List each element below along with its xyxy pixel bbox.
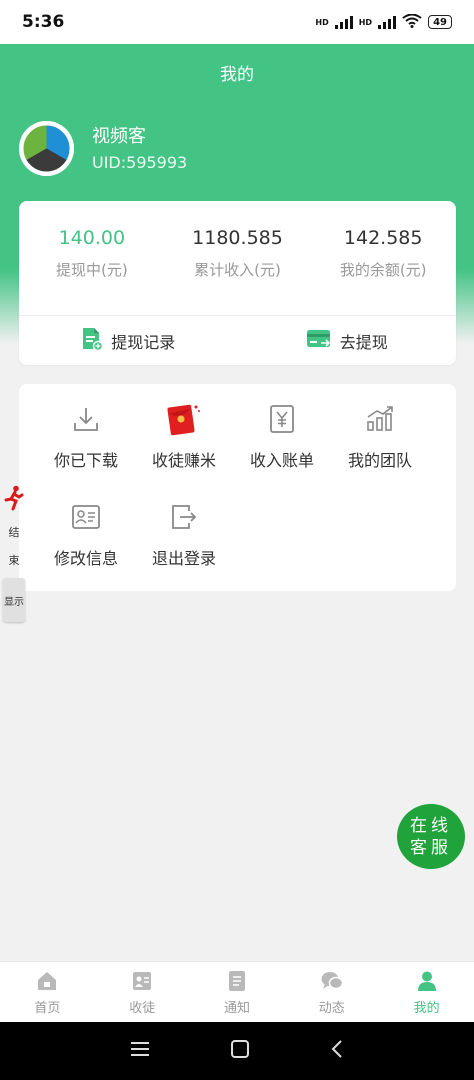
avatar[interactable] bbox=[19, 121, 74, 176]
show-button[interactable]: 显示 bbox=[3, 578, 25, 622]
menu-item-downloads[interactable]: 你已下载 bbox=[37, 401, 135, 471]
team-chart-icon bbox=[331, 401, 429, 437]
withdraw-label: 去提现 bbox=[339, 332, 388, 352]
menu-label: 我的团队 bbox=[347, 451, 412, 470]
tab-moments[interactable]: 动态 bbox=[284, 962, 379, 1022]
card-icon bbox=[306, 328, 332, 354]
download-icon bbox=[37, 401, 135, 437]
tab-label: 我的 bbox=[413, 1001, 440, 1016]
tab-notice[interactable]: 通知 bbox=[190, 962, 285, 1022]
user-id: UID:595993 bbox=[92, 153, 188, 172]
username: 视频客 bbox=[92, 126, 146, 147]
customer-service-button[interactable]: 在线 客服 bbox=[397, 804, 465, 869]
tab-home[interactable]: 首页 bbox=[0, 962, 95, 1022]
withdraw-records-label: 提现记录 bbox=[111, 332, 176, 352]
menu-label: 你已下载 bbox=[53, 451, 118, 470]
menu-item-team[interactable]: 我的团队 bbox=[331, 401, 429, 471]
stat-label: 我的余额(元) bbox=[339, 261, 427, 279]
menu-item-edit-info[interactable]: 修改信息 bbox=[37, 499, 135, 569]
stat-value: 140.00 bbox=[58, 227, 126, 249]
stat-label: 提现中(元) bbox=[55, 261, 128, 279]
red-envelope-icon bbox=[135, 401, 233, 437]
status-bar: 5:36 HD HD 49 bbox=[0, 0, 474, 44]
id-card-icon bbox=[37, 499, 135, 535]
bottom-tab-bar: 首页 收徒 通知 动态 我的 bbox=[0, 961, 474, 1022]
tab-label: 动态 bbox=[318, 1001, 345, 1016]
home-button-icon[interactable] bbox=[230, 1039, 250, 1063]
stat-label: 累计收入(元) bbox=[194, 261, 281, 279]
floating-tool[interactable]: 结 束 bbox=[4, 485, 24, 575]
cs-line-2: 客服 bbox=[410, 837, 452, 858]
menu-icon[interactable] bbox=[130, 1041, 150, 1061]
status-icons: HD HD 49 bbox=[315, 13, 452, 31]
menu-label: 收徒赚米 bbox=[151, 451, 216, 470]
tab-recruit[interactable]: 收徒 bbox=[95, 962, 190, 1022]
end-label[interactable]: 结 束 bbox=[4, 519, 24, 575]
balance-card: 140.00 提现中(元) 1180.585 累计收入(元) 142.585 我… bbox=[19, 201, 456, 365]
cs-line-1: 在线 bbox=[410, 815, 452, 836]
end-label-2: 束 bbox=[8, 554, 20, 567]
page-title: 我的 bbox=[220, 65, 254, 85]
stat-total-income[interactable]: 1180.585 累计收入(元) bbox=[165, 201, 311, 315]
menu-label: 收入账单 bbox=[249, 451, 314, 470]
menu-item-logout[interactable]: 退出登录 bbox=[135, 499, 233, 569]
chat-icon bbox=[284, 970, 379, 992]
menu-item-bill[interactable]: 收入账单 bbox=[233, 401, 331, 471]
menu-label: 退出登录 bbox=[151, 549, 216, 568]
stats-row: 140.00 提现中(元) 1180.585 累计收入(元) 142.585 我… bbox=[19, 201, 456, 316]
withdraw-actions: 提现记录 去提现 bbox=[19, 316, 456, 365]
running-man-icon bbox=[4, 485, 24, 515]
stat-withdrawing[interactable]: 140.00 提现中(元) bbox=[19, 201, 165, 315]
stat-balance[interactable]: 142.585 我的余额(元) bbox=[310, 201, 456, 315]
tab-label: 首页 bbox=[34, 1001, 61, 1016]
withdraw-records-button[interactable]: 提现记录 bbox=[19, 316, 238, 365]
tab-label: 通知 bbox=[223, 1001, 250, 1016]
user-icon bbox=[379, 970, 474, 992]
document-icon bbox=[81, 327, 104, 355]
signal-icon bbox=[334, 15, 353, 29]
tab-mine[interactable]: 我的 bbox=[379, 962, 474, 1022]
clock: 5:36 bbox=[22, 12, 65, 32]
logout-icon bbox=[135, 499, 233, 535]
menu-label: 修改信息 bbox=[53, 549, 118, 568]
battery-icon: 49 bbox=[428, 15, 452, 29]
hd-label: HD bbox=[315, 17, 329, 27]
withdraw-button[interactable]: 去提现 bbox=[238, 316, 457, 365]
system-nav-bar bbox=[0, 1022, 474, 1080]
menu-item-recruit[interactable]: 收徒赚米 bbox=[135, 401, 233, 471]
bill-icon bbox=[233, 401, 331, 437]
menu-card: 你已下载 收徒赚米 收入账单 我的团队 修改信息 退出登录 bbox=[19, 384, 456, 591]
stat-value: 142.585 bbox=[343, 227, 423, 249]
signal-icon bbox=[378, 15, 397, 29]
back-icon[interactable] bbox=[330, 1039, 344, 1063]
recruit-icon bbox=[95, 970, 190, 992]
end-label-1: 结 bbox=[8, 526, 20, 539]
home-icon bbox=[0, 970, 95, 992]
tab-label: 收徒 bbox=[129, 1001, 156, 1016]
stat-value: 1180.585 bbox=[192, 227, 283, 249]
notice-icon bbox=[190, 970, 285, 992]
wifi-icon bbox=[402, 13, 422, 31]
hd-label: HD bbox=[358, 17, 373, 27]
